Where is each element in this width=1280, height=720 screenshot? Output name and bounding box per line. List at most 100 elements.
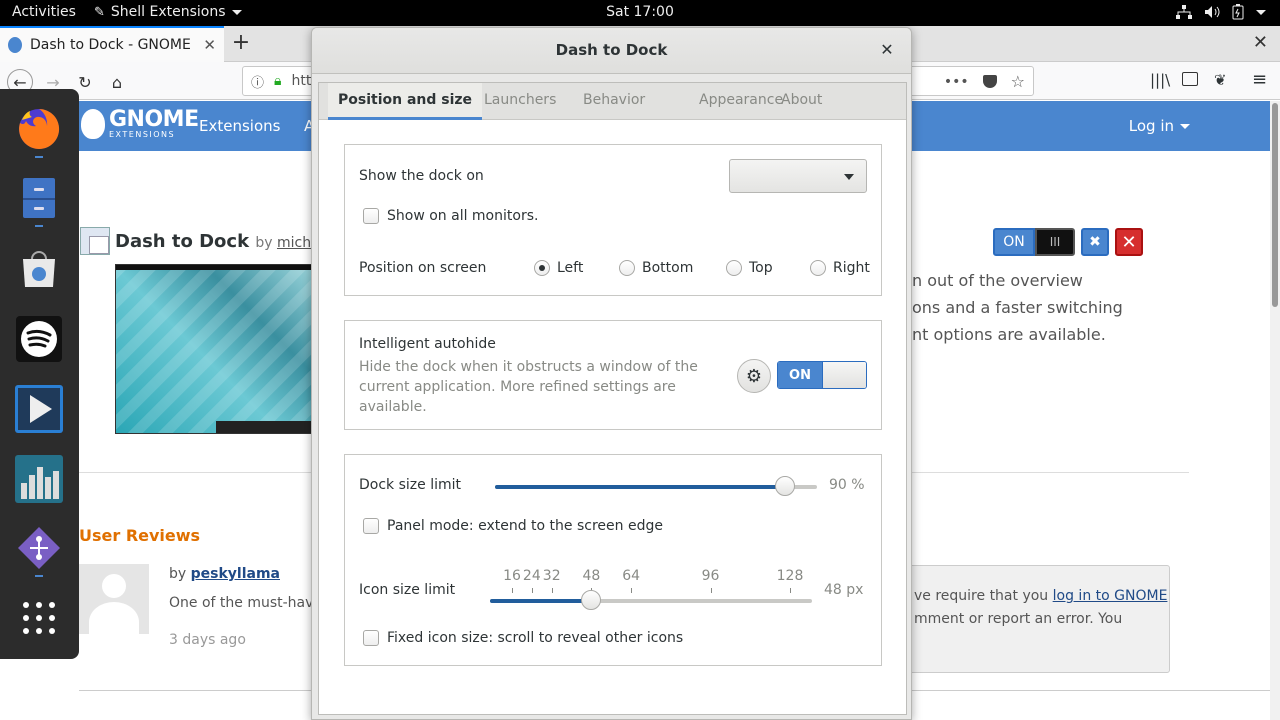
running-indicator — [35, 156, 43, 158]
icon-size-tick-mark — [631, 588, 633, 593]
slider-fill — [495, 485, 785, 489]
page-scrollbar[interactable] — [1270, 101, 1280, 720]
radio-bottom[interactable]: Bottom — [619, 260, 693, 276]
tab-behavior[interactable]: Behavior — [573, 83, 655, 120]
volume-icon — [1205, 6, 1220, 18]
scrollbar-thumb[interactable] — [1272, 103, 1278, 307]
gear-icon[interactable]: ⚙ — [737, 359, 771, 393]
preferences-tools-icon[interactable]: ✖︎ — [1081, 228, 1109, 256]
gnome-favicon-icon — [8, 37, 22, 53]
monitor-select[interactable] — [729, 159, 867, 193]
gitg-icon[interactable] — [15, 524, 63, 572]
login-notice: ve require that you log in to GNOME mmen… — [905, 565, 1170, 673]
slider-fill — [490, 599, 592, 603]
close-window-icon[interactable]: ✕ — [1253, 32, 1268, 53]
library-icon[interactable]: |||\ — [1150, 71, 1170, 89]
software-icon[interactable] — [15, 244, 63, 292]
tab-content: Show the dock on Show on all monitors. P… — [319, 121, 906, 714]
pocket-icon[interactable] — [982, 75, 997, 88]
dock-size-slider[interactable] — [495, 485, 817, 489]
browser-tab[interactable]: Dash to Dock - GNOME S ✕ — [0, 26, 224, 62]
gnome-extensions-logo[interactable]: GNOME EXTENSIONS — [81, 108, 199, 139]
system-monitor-icon[interactable] — [15, 455, 63, 503]
icon-size-tick-label: 24 — [522, 568, 541, 584]
review-by-label: by — [169, 566, 187, 582]
review-author-link[interactable]: peskyllama — [191, 566, 280, 582]
icon-size-tick-label: 128 — [776, 568, 804, 584]
radio-bottom-label: Bottom — [642, 260, 694, 276]
nav-extensions[interactable]: Extensions — [199, 117, 280, 135]
extension-on-toggle[interactable]: ON — [993, 228, 1035, 256]
new-tab-button[interactable]: + — [230, 30, 252, 56]
autohide-title: Intelligent autohide — [359, 336, 496, 352]
autohide-description: Hide the dock when it obstructs a window… — [359, 359, 698, 415]
radio-top-label: Top — [749, 260, 773, 276]
review-author-line: by peskyllama — [169, 566, 280, 582]
gnome-foot-icon — [81, 109, 105, 139]
menu-icon[interactable]: ≡ — [1252, 69, 1267, 90]
icon-size-tick-label: 64 — [622, 568, 641, 584]
size-settings-box: Dock size limit 90 % Panel mode: extend … — [344, 454, 882, 666]
extension-screenshot[interactable] — [115, 264, 316, 434]
extension-description: n out of the overview ons and a faster s… — [912, 267, 1212, 348]
sidebar-icon[interactable] — [1182, 72, 1198, 86]
fixed-icon-size-checkbox[interactable]: Fixed icon size: scroll to reveal other … — [363, 630, 683, 646]
extension-toggle-knob[interactable]: III — [1035, 228, 1075, 256]
switch-on-label: ON — [778, 362, 822, 388]
radio-right-label: Right — [833, 260, 870, 276]
show-applications-icon[interactable] — [15, 594, 63, 642]
firefox-icon[interactable] — [15, 105, 63, 153]
radio-circle — [726, 260, 742, 276]
chevron-down-icon — [844, 174, 854, 180]
remove-extension-icon[interactable]: ✕ — [1115, 228, 1143, 256]
extension-controls: ON III ✖︎ ✕ — [993, 228, 1143, 256]
review-date: 3 days ago — [169, 632, 246, 648]
radio-circle — [534, 260, 550, 276]
videos-icon[interactable] — [15, 385, 63, 433]
page-actions-icon[interactable]: ••• — [944, 74, 969, 90]
close-tab-icon[interactable]: ✕ — [203, 36, 216, 54]
autohide-switch[interactable]: ON — [777, 361, 867, 389]
desc-line: ons and a faster switching — [912, 298, 1123, 317]
tab-launchers[interactable]: Launchers — [474, 83, 566, 120]
fixed-icon-size-label: Fixed icon size: scroll to reveal other … — [387, 630, 684, 646]
home-button[interactable]: ⌂ — [104, 69, 130, 95]
icon-size-tick-mark — [512, 588, 513, 593]
gnome-top-bar: Activities ✎ Shell Extensions Sat 17:00 — [0, 0, 1280, 26]
files-icon[interactable] — [15, 174, 63, 222]
login-link[interactable]: log in to GNOME — [1053, 588, 1168, 604]
network-icon — [1176, 5, 1192, 19]
radio-left-label: Left — [557, 260, 584, 276]
close-dialog-icon[interactable]: ✕ — [877, 40, 897, 59]
clock[interactable]: Sat 17:00 — [0, 4, 1280, 20]
radio-right[interactable]: Right — [810, 260, 870, 276]
lock-icon: 🔒︎ — [274, 73, 282, 89]
system-menu[interactable] — [1176, 4, 1266, 20]
icon-size-slider-knob[interactable] — [581, 590, 602, 610]
user-reviews-heading: User Reviews — [79, 526, 201, 545]
checkbox-box — [363, 208, 379, 224]
dialog-notebook: Position and size Launchers Behavior App… — [318, 82, 907, 715]
login-label: Log in — [1128, 117, 1174, 135]
radio-top[interactable]: Top — [726, 260, 773, 276]
switch-knob — [822, 362, 866, 388]
login-menu[interactable]: Log in — [1129, 117, 1190, 135]
desc-line: n out of the overview — [912, 271, 1083, 290]
icon-size-slider[interactable] — [490, 599, 812, 603]
panel-mode-checkbox[interactable]: Panel mode: extend to the screen edge — [363, 518, 663, 534]
radio-left[interactable]: Left — [534, 260, 583, 276]
tab-about[interactable]: About — [771, 83, 832, 120]
dash-to-dock — [0, 89, 79, 659]
spotify-icon[interactable] — [15, 315, 63, 363]
position-settings-box: Show the dock on Show on all monitors. P… — [344, 144, 882, 296]
icon-size-tick-mark — [531, 588, 533, 593]
bookmark-star-icon[interactable]: ☆ — [1011, 72, 1025, 91]
all-monitors-label: Show on all monitors. — [387, 208, 539, 224]
checkbox-box — [363, 630, 379, 646]
dock-size-slider-knob[interactable] — [775, 476, 795, 496]
login-notice-text-2: mment or report an error. You — [914, 611, 1123, 627]
icon-size-tick-label: 48 — [582, 568, 601, 584]
tab-position-and-size[interactable]: Position and size — [328, 83, 483, 120]
all-monitors-checkbox[interactable]: Show on all monitors. — [363, 208, 538, 224]
gnome-extension-icon[interactable]: ❦ — [1214, 71, 1227, 89]
